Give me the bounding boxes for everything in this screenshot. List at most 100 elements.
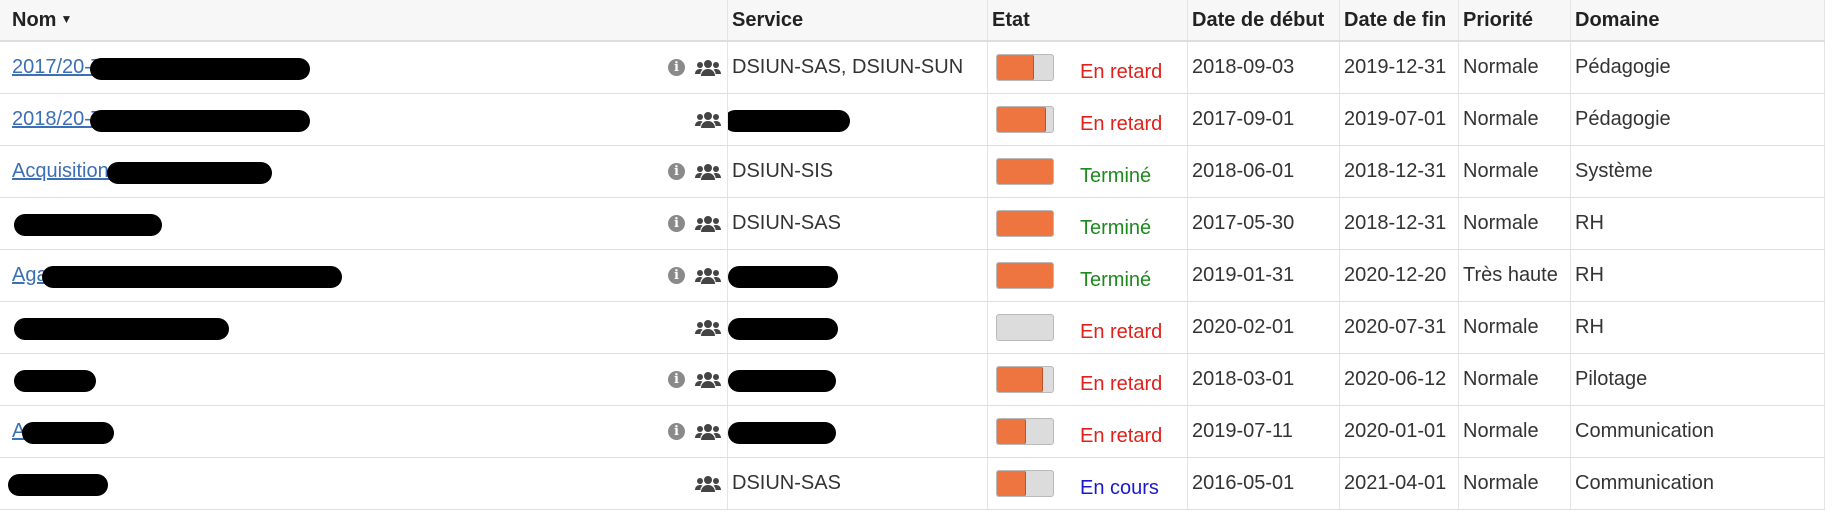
cell-date-debut: 2019-07-11 bbox=[1188, 406, 1340, 457]
cell-priorite: Normale bbox=[1459, 146, 1571, 197]
status-text: En retard bbox=[1080, 373, 1163, 395]
users-group-icon[interactable] bbox=[695, 266, 721, 286]
info-icon[interactable]: i bbox=[668, 163, 685, 180]
users-group-icon[interactable] bbox=[695, 422, 721, 442]
column-header-service[interactable]: Service bbox=[728, 0, 988, 40]
cell-date-fin: 2021-04-01 bbox=[1340, 458, 1459, 509]
cell-service bbox=[728, 406, 988, 457]
progress-toggle[interactable] bbox=[996, 54, 1054, 81]
redaction-mark bbox=[90, 110, 310, 132]
column-header-label: Date de fin bbox=[1344, 8, 1447, 31]
table-row: A i En retard 2019-07-11 2020-01-01 Norm… bbox=[0, 406, 1825, 458]
cell-etat: Terminé bbox=[988, 198, 1188, 249]
cell-date-fin: 2018-12-31 bbox=[1340, 146, 1459, 197]
date-debut-text: 2018-03-01 bbox=[1192, 368, 1295, 390]
cell-date-fin: 2020-07-31 bbox=[1340, 302, 1459, 353]
date-debut-text: 2019-01-31 bbox=[1192, 264, 1295, 286]
progress-fill bbox=[997, 367, 1043, 392]
date-fin-text: 2019-12-31 bbox=[1344, 56, 1447, 78]
cell-domaine: Système bbox=[1571, 146, 1825, 197]
redaction-mark bbox=[90, 58, 310, 80]
caret-down-icon: ▼ bbox=[60, 12, 73, 26]
column-header-etat[interactable]: Etat bbox=[988, 0, 1188, 40]
priorite-text: Normale bbox=[1463, 108, 1539, 130]
cell-nom: i bbox=[0, 354, 728, 405]
progress-toggle[interactable] bbox=[996, 418, 1054, 445]
table-row: Acquisition d i DSIUN-SIS Terminé 2018-0… bbox=[0, 146, 1825, 198]
domaine-text: Pédagogie bbox=[1575, 56, 1671, 78]
progress-toggle[interactable] bbox=[996, 262, 1054, 289]
date-fin-text: 2020-01-01 bbox=[1344, 420, 1447, 442]
progress-toggle[interactable] bbox=[996, 210, 1054, 237]
table-row: i En retard 2018-03-01 2020-06-12 Normal… bbox=[0, 354, 1825, 406]
column-header-label: Domaine bbox=[1575, 8, 1660, 31]
progress-fill bbox=[997, 159, 1053, 184]
cell-priorite: Normale bbox=[1459, 94, 1571, 145]
column-header-label: Service bbox=[732, 8, 804, 31]
progress-toggle[interactable] bbox=[996, 470, 1054, 497]
progress-fill bbox=[997, 107, 1046, 132]
progress-toggle[interactable] bbox=[996, 106, 1054, 133]
cell-etat: En cours bbox=[988, 458, 1188, 509]
info-icon[interactable]: i bbox=[668, 59, 685, 76]
info-icon[interactable]: i bbox=[668, 371, 685, 388]
table-row: 2018/20-TICE En retard 2017-09-01 2019-0… bbox=[0, 94, 1825, 146]
date-fin-text: 2021-04-01 bbox=[1344, 472, 1447, 494]
cell-etat: En retard bbox=[988, 302, 1188, 353]
users-group-icon[interactable] bbox=[695, 58, 721, 78]
column-header-nom[interactable]: Nom ▼ bbox=[0, 0, 728, 40]
status-text: En retard bbox=[1080, 425, 1163, 447]
progress-fill bbox=[997, 211, 1053, 236]
redaction-mark bbox=[728, 110, 850, 132]
info-icon[interactable]: i bbox=[668, 423, 685, 440]
users-group-icon[interactable] bbox=[695, 110, 721, 130]
row-icons: i bbox=[668, 354, 721, 405]
cell-date-fin: 2018-12-31 bbox=[1340, 198, 1459, 249]
cell-etat: Terminé bbox=[988, 146, 1188, 197]
progress-fill bbox=[997, 419, 1026, 444]
service-text: DSIUN-SIS bbox=[732, 160, 834, 182]
table-row: Aga i Terminé 2019-01-31 2020-12-20 Très… bbox=[0, 250, 1825, 302]
info-icon[interactable]: i bbox=[668, 267, 685, 284]
cell-priorite: Très haute bbox=[1459, 250, 1571, 301]
table-row: 2017/20-TICE-DEC i DSIUN-SAS, DSIUN-SUN … bbox=[0, 42, 1825, 94]
cell-date-fin: 2020-12-20 bbox=[1340, 250, 1459, 301]
progress-toggle[interactable] bbox=[996, 158, 1054, 185]
date-debut-text: 2018-06-01 bbox=[1192, 160, 1295, 182]
date-debut-text: 2017-05-30 bbox=[1192, 212, 1295, 234]
domaine-text: Communication bbox=[1575, 420, 1714, 442]
column-header-priorite[interactable]: Priorité bbox=[1459, 0, 1571, 40]
users-group-icon[interactable] bbox=[695, 318, 721, 338]
redaction-mark bbox=[14, 318, 229, 340]
users-group-icon[interactable] bbox=[695, 214, 721, 234]
table-row: En retard 2020-02-01 2020-07-31 Normale … bbox=[0, 302, 1825, 354]
redaction-mark bbox=[728, 370, 836, 392]
users-group-icon[interactable] bbox=[695, 162, 721, 182]
table-row: DSIUN-SAS En cours 2016-05-01 2021-04-01… bbox=[0, 458, 1825, 510]
users-group-icon[interactable] bbox=[695, 474, 721, 494]
cell-domaine: Pilotage bbox=[1571, 354, 1825, 405]
progress-toggle[interactable] bbox=[996, 314, 1054, 341]
cell-etat: En retard bbox=[988, 406, 1188, 457]
table-body: 2017/20-TICE-DEC i DSIUN-SAS, DSIUN-SUN … bbox=[0, 42, 1825, 510]
column-header-date-debut[interactable]: Date de début bbox=[1188, 0, 1340, 40]
date-fin-text: 2019-07-01 bbox=[1344, 108, 1447, 130]
row-icons: i bbox=[668, 42, 721, 93]
domaine-text: Système bbox=[1575, 160, 1653, 182]
cell-domaine: Communication bbox=[1571, 406, 1825, 457]
redaction-mark bbox=[14, 214, 162, 236]
status-text: En cours bbox=[1080, 477, 1159, 499]
cell-nom: 2017/20-TICE-DEC i bbox=[0, 42, 728, 93]
cell-etat: En retard bbox=[988, 354, 1188, 405]
cell-date-fin: 2019-12-31 bbox=[1340, 42, 1459, 93]
users-group-icon[interactable] bbox=[695, 370, 721, 390]
priorite-text: Normale bbox=[1463, 160, 1539, 182]
column-header-date-fin[interactable]: Date de fin bbox=[1340, 0, 1459, 40]
service-text: DSIUN-SAS bbox=[732, 212, 841, 234]
progress-toggle[interactable] bbox=[996, 366, 1054, 393]
column-header-domaine[interactable]: Domaine bbox=[1571, 0, 1825, 40]
cell-service bbox=[728, 354, 988, 405]
cell-date-debut: 2016-05-01 bbox=[1188, 458, 1340, 509]
info-icon[interactable]: i bbox=[668, 215, 685, 232]
cell-date-debut: 2020-02-01 bbox=[1188, 302, 1340, 353]
